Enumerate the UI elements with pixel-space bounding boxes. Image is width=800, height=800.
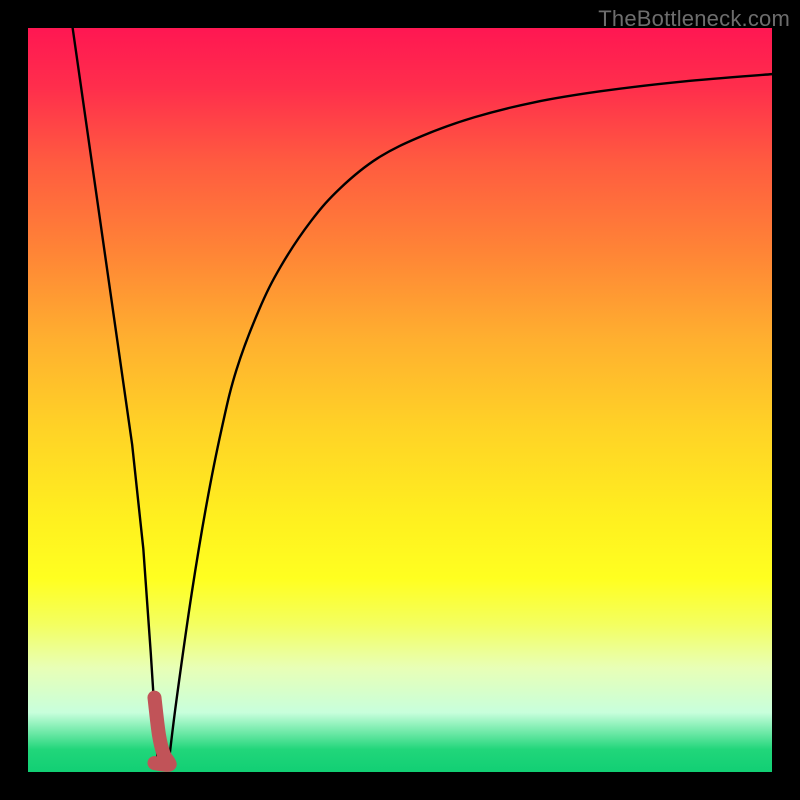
- marker-stroke: [154, 698, 169, 765]
- curve-left-branch: [73, 28, 158, 757]
- chart-frame: TheBottleneck.com: [0, 0, 800, 800]
- curve-right-branch: [169, 74, 772, 757]
- chart-svg: [28, 28, 772, 772]
- chart-plot-area: [28, 28, 772, 772]
